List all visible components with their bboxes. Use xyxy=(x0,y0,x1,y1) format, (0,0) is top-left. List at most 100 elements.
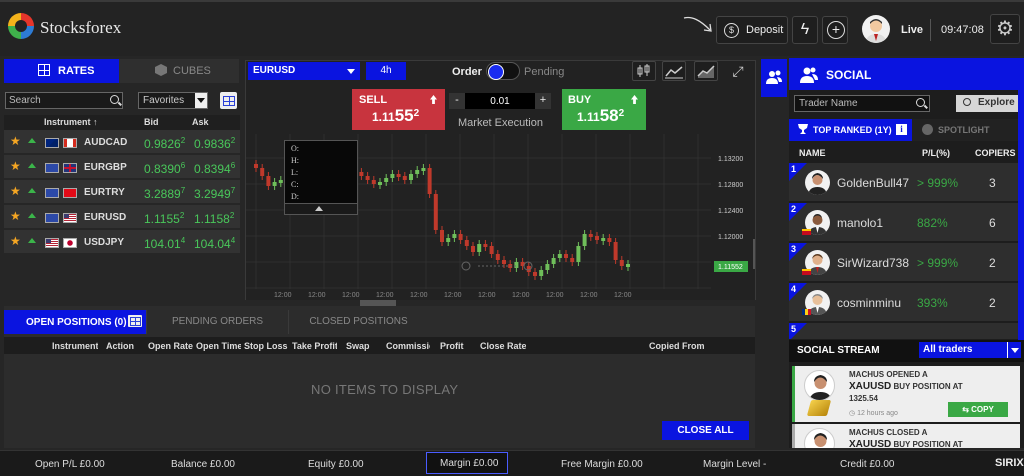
trader-row[interactable]: 4 cosminminu 393% 2 xyxy=(789,283,1020,322)
candle-body xyxy=(260,168,265,176)
line-chart-icon xyxy=(665,66,683,79)
stream-filter-select[interactable]: All traders xyxy=(919,342,1021,358)
stream-item[interactable]: MACHUS CLOSED A XAUUSD BUY POSITION AT 1… xyxy=(792,424,1020,448)
column-header[interactable]: Copied From xyxy=(649,341,739,351)
tab-spotlight[interactable]: SPOTLIGHT xyxy=(912,119,1020,141)
search-input[interactable] xyxy=(9,94,103,107)
sell-price-big: 55 xyxy=(394,106,414,125)
trader-search-input[interactable] xyxy=(799,97,911,110)
social-scrollbar[interactable] xyxy=(1018,58,1024,340)
clock: 09:47:08 xyxy=(941,24,984,36)
trader-row[interactable]: 5 xyxy=(789,323,1020,340)
gold-bar-icon xyxy=(806,400,832,416)
free-margin-value: £0.00 xyxy=(617,459,643,470)
tab-closed-positions[interactable]: CLOSED POSITIONS xyxy=(288,310,428,334)
close-all-button[interactable]: CLOSE ALL xyxy=(662,421,749,440)
star-icon[interactable]: ★ xyxy=(10,159,21,173)
layout-toggle-button[interactable] xyxy=(220,92,237,109)
sell-price: 1.11552 xyxy=(372,106,419,126)
sell-price-head: 1.11 xyxy=(372,110,395,124)
pending-label: Pending xyxy=(524,66,565,78)
ask-pip: 4 xyxy=(230,236,236,245)
column-bid[interactable]: Bid xyxy=(144,117,159,127)
user-avatar[interactable] xyxy=(862,15,890,43)
search-icon[interactable] xyxy=(916,98,925,107)
copy-button[interactable]: ⇆ COPY xyxy=(948,402,1008,417)
tab-cubes[interactable]: CUBES xyxy=(119,59,239,83)
y-tick: 1.12400 xyxy=(718,208,743,215)
rate-row[interactable]: ★ EURUSD 1.11552 1.11582 xyxy=(4,205,240,229)
lightning-button[interactable]: ϟ xyxy=(792,16,818,44)
y-tick: 1.13200 xyxy=(718,156,743,163)
add-button[interactable]: + xyxy=(822,16,848,44)
chevron-down-icon xyxy=(1007,342,1021,358)
trader-row[interactable]: 3 SirWizard738 > 999% 2 xyxy=(789,243,1020,282)
candle-body xyxy=(272,182,277,186)
order-pending-toggle[interactable] xyxy=(486,62,520,80)
candle-body xyxy=(613,242,618,260)
quantity-increase-button[interactable]: + xyxy=(535,93,551,109)
column-header[interactable]: Open Time xyxy=(196,341,241,351)
info-icon[interactable]: i xyxy=(896,124,907,135)
favorites-select[interactable]: Favorites xyxy=(138,92,208,109)
column-header[interactable]: Swap xyxy=(346,341,381,351)
column-ask[interactable]: Ask xyxy=(192,117,209,127)
balance: Balance £0.00 xyxy=(171,459,235,470)
star-icon[interactable]: ★ xyxy=(10,234,21,248)
column-header[interactable]: Close Rate xyxy=(480,341,526,351)
line-chart-button[interactable] xyxy=(662,61,686,81)
column-instrument[interactable]: Instrument ↑ xyxy=(44,117,98,127)
ohlc-collapse-button[interactable] xyxy=(284,203,358,215)
rate-row[interactable]: ★ EURGBP 0.83906 0.83946 xyxy=(4,155,240,179)
column-header[interactable]: Take Profit xyxy=(292,341,337,351)
rate-row[interactable]: ★ AUDCAD 0.98262 0.98362 xyxy=(4,130,240,154)
social-toggle-button[interactable] xyxy=(761,59,787,97)
column-header[interactable]: Action xyxy=(106,341,144,351)
table-icon[interactable] xyxy=(128,315,142,327)
trader-row[interactable]: 2 manolo1 882% 6 xyxy=(789,203,1020,242)
tab-rates[interactable]: RATES xyxy=(4,59,119,83)
search-icon[interactable] xyxy=(110,95,119,104)
deposit-button[interactable]: $ Deposit xyxy=(716,16,788,44)
chart-scroll-handle[interactable] xyxy=(753,239,755,269)
margin[interactable]: Margin £0.00 xyxy=(426,452,508,474)
star-icon[interactable]: ★ xyxy=(10,134,21,148)
area-chart-button[interactable] xyxy=(694,61,718,81)
x-tick: 12:00 xyxy=(580,292,598,299)
x-tick: 12:00 xyxy=(546,292,564,299)
column-header[interactable]: Stop Loss xyxy=(244,341,289,351)
tab-top-ranked[interactable]: TOP RANKED (1Y) i xyxy=(789,119,912,141)
timeframe-button[interactable]: 4h xyxy=(366,62,406,80)
tab-pending-orders[interactable]: PENDING ORDERS xyxy=(146,310,288,334)
quantity-decrease-button[interactable]: - xyxy=(449,93,465,109)
star-icon[interactable]: ★ xyxy=(10,209,21,223)
equity-value: £0.00 xyxy=(338,459,364,470)
free-margin-label: Free Margin xyxy=(561,459,615,470)
rate-row[interactable]: ★ EURTRY 3.28897 3.29497 xyxy=(4,180,240,204)
symbol-select-value: EURUSD xyxy=(253,65,296,76)
candle-body xyxy=(588,234,593,237)
column-header[interactable]: Open Rate xyxy=(148,341,193,351)
column-header[interactable]: Commission xyxy=(386,341,430,351)
column-header[interactable]: Instrument xyxy=(52,341,98,351)
rate-row[interactable]: ★ USDJPY 104.014 104.044 xyxy=(4,230,240,254)
column-pl: P/L(%) xyxy=(922,148,950,158)
symbol-select[interactable]: EURUSD xyxy=(248,62,360,80)
tab-open-positions[interactable]: OPEN POSITIONS (0) xyxy=(4,310,146,334)
tab-top-ranked-label: TOP RANKED (1Y) xyxy=(813,125,892,135)
buy-button[interactable]: BUY 1.11582 xyxy=(562,89,646,130)
candlestick-chart-button[interactable] xyxy=(632,61,656,81)
star-icon[interactable]: ★ xyxy=(10,184,21,198)
stream-item[interactable]: MACHUS OPENED A XAUUSD BUY POSITION AT 1… xyxy=(792,366,1020,422)
quantity-input[interactable] xyxy=(465,93,535,109)
spotlight-icon xyxy=(922,124,933,135)
settings-button[interactable]: ⚙ xyxy=(990,14,1020,44)
trader-row[interactable]: 1 GoldenBull47 > 999% 3 xyxy=(789,163,1020,202)
candle-body xyxy=(564,254,568,258)
explore-button[interactable]: Explore xyxy=(956,95,1020,112)
ask-value: 1.1158 xyxy=(194,212,230,226)
sell-button[interactable]: SELL 1.11552 xyxy=(352,89,445,130)
column-header[interactable]: Profit xyxy=(440,341,478,351)
expand-button[interactable]: ⤢ xyxy=(726,61,750,81)
candle-body xyxy=(601,238,606,241)
